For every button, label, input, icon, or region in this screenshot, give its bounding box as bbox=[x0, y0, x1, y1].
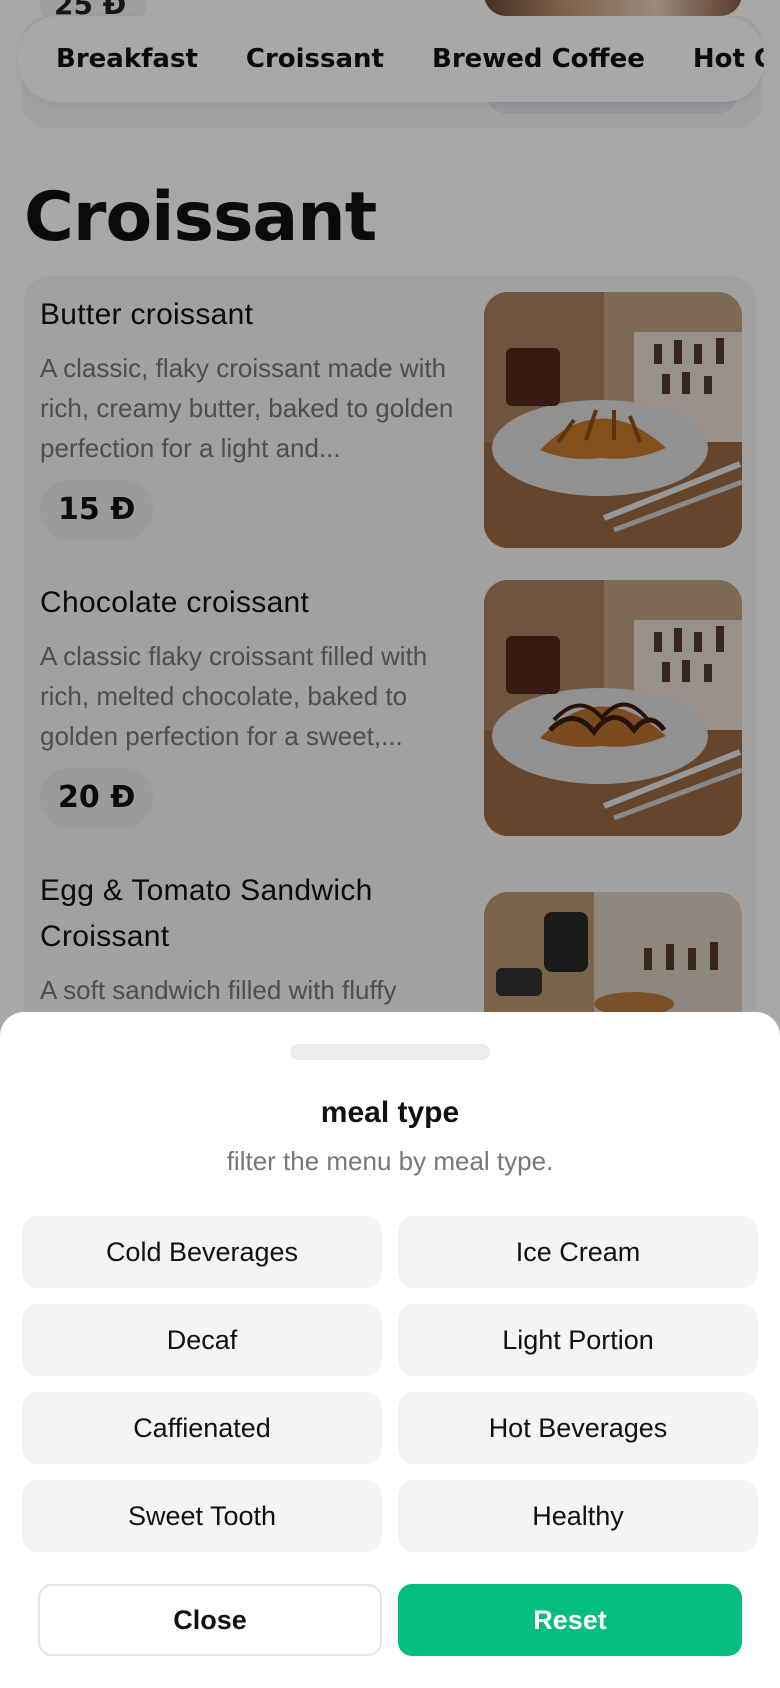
filter-bottom-sheet: meal type filter the menu by meal type. … bbox=[0, 1012, 780, 1688]
option-decaf[interactable]: Decaf bbox=[22, 1304, 382, 1376]
option-ice-cream[interactable]: Ice Cream bbox=[398, 1216, 758, 1288]
reset-button[interactable]: Reset bbox=[398, 1584, 742, 1656]
option-cold-beverages[interactable]: Cold Beverages bbox=[22, 1216, 382, 1288]
option-caffienated[interactable]: Caffienated bbox=[22, 1392, 382, 1464]
sheet-subtitle: filter the menu by meal type. bbox=[226, 1146, 554, 1176]
sheet-title: meal type bbox=[320, 1096, 460, 1129]
menu-page: 25 Đ Breakfast Croissant Brewed Coffee H… bbox=[0, 0, 780, 1688]
option-healthy[interactable]: Healthy bbox=[398, 1480, 758, 1552]
option-light-portion[interactable]: Light Portion bbox=[398, 1304, 758, 1376]
meal-type-options: Cold Beverages Ice Cream Decaf Light Por… bbox=[22, 1216, 758, 1552]
option-hot-beverages[interactable]: Hot Beverages bbox=[398, 1392, 758, 1464]
drag-handle[interactable] bbox=[290, 1044, 490, 1060]
close-button[interactable]: Close bbox=[38, 1584, 382, 1656]
option-sweet-tooth[interactable]: Sweet Tooth bbox=[22, 1480, 382, 1552]
